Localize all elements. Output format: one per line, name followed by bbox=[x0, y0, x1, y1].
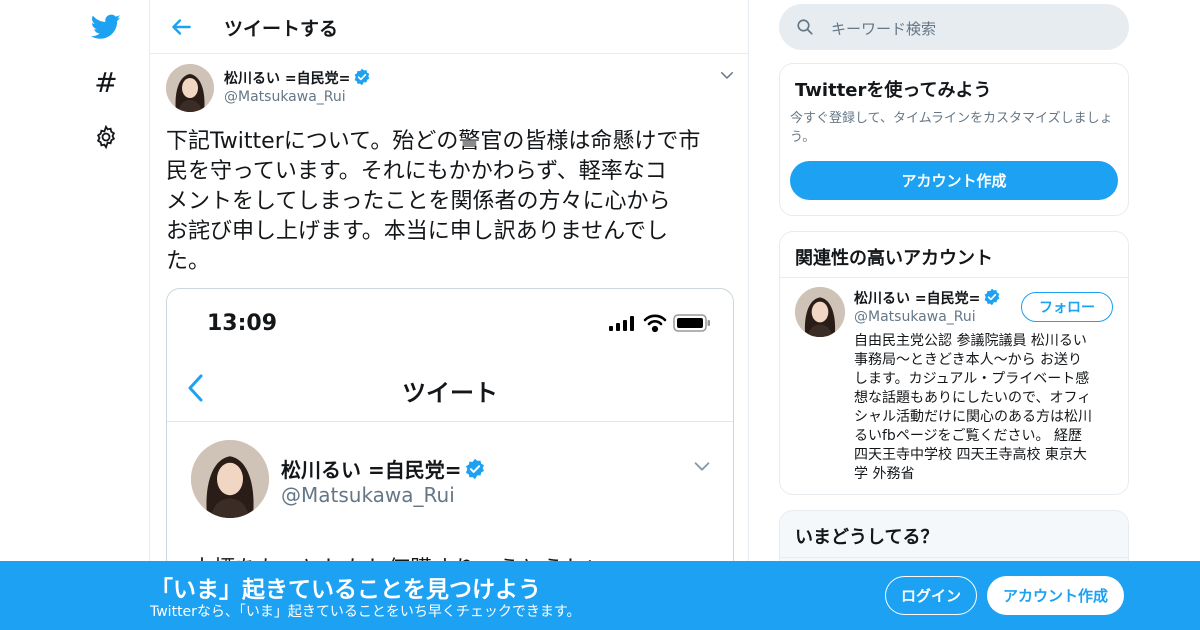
signup-card-line: 今すぐ登録して、タイムラインをカスタマイズしましょ bbox=[790, 111, 1113, 126]
left-nav: # bbox=[0, 0, 150, 630]
battery-icon bbox=[673, 314, 711, 336]
tweet-line: メントをしてしまったことを関係者の方々に心から bbox=[166, 189, 671, 214]
embed-status-time: 13:09 bbox=[207, 311, 278, 336]
main-header: ツイートする bbox=[150, 0, 748, 54]
bio-line: るいfbページをご覧ください。 経歴 bbox=[854, 428, 1082, 444]
embed-title: ツイート bbox=[402, 379, 498, 407]
follow-button[interactable]: フォロー bbox=[1021, 292, 1113, 322]
main-column: ツイートする 松川るい =自民党= @Matsukawa_Rui 下記Twitt… bbox=[149, 0, 749, 630]
banner-title: 「いま」起きていることを見つけよう bbox=[150, 577, 541, 603]
login-button[interactable]: ログイン bbox=[885, 576, 977, 615]
tweet-media-image[interactable]: 13:09 ツイート 松川るい =自民党= @Matsukawa_Rui bbox=[166, 288, 734, 588]
bio-line: 四天王寺中学校 四天王寺高校 東京大 bbox=[854, 447, 1087, 463]
twitter-logo-icon[interactable] bbox=[86, 7, 126, 47]
hashtag-icon[interactable]: # bbox=[86, 62, 126, 102]
signup-card-line: う。 bbox=[790, 130, 816, 145]
bio-line: 想な話題もありにしたいので、オフィ bbox=[854, 390, 1092, 406]
author-handle[interactable]: @Matsukawa_Rui bbox=[224, 89, 346, 105]
related-avatar[interactable] bbox=[795, 287, 845, 337]
back-arrow-icon[interactable] bbox=[168, 14, 194, 40]
signup-card: Twitterを使ってみよう 今すぐ登録して、タイムラインをカスタマイズしましょ… bbox=[779, 63, 1129, 216]
tweet-line: 民を守っています。それにもかかわらず、軽率なコ bbox=[166, 159, 667, 184]
author-name-row[interactable]: 松川るい =自民党= bbox=[224, 68, 371, 90]
search-box[interactable]: キーワード検索 bbox=[779, 4, 1129, 50]
bio-line: します。カジュアル・プライベート感 bbox=[854, 371, 1090, 387]
tweet-line: 下記Twitterについて。殆どの警官の皆様は命懸けで市 bbox=[166, 129, 701, 154]
embed-handle: @Matsukawa_Rui bbox=[281, 483, 455, 507]
author-avatar[interactable] bbox=[166, 64, 214, 112]
bio-line: 学 外務省 bbox=[854, 466, 915, 482]
chevron-down-icon bbox=[691, 455, 713, 481]
embed-avatar bbox=[191, 440, 269, 518]
search-input[interactable]: キーワード検索 bbox=[831, 18, 936, 39]
signup-card-text: 今すぐ登録して、タイムラインをカスタマイズしましょ う。 bbox=[790, 109, 1125, 147]
tweet-line: お詫び申し上げます。本当に申し訳ありませんでし bbox=[166, 219, 669, 244]
related-card-title: 関連性の高いアカウント bbox=[795, 248, 993, 269]
verified-badge-icon bbox=[353, 68, 371, 90]
page-title: ツイートする bbox=[224, 18, 339, 40]
wifi-icon bbox=[643, 313, 667, 337]
bio-line: 自由民主党公認 参議院議員 松川るい bbox=[854, 333, 1087, 349]
related-name-row[interactable]: 松川るい =自民党= bbox=[854, 288, 1001, 310]
divider bbox=[780, 557, 1128, 558]
chevron-down-icon[interactable] bbox=[718, 66, 736, 84]
create-account-button[interactable]: アカウント作成 bbox=[790, 161, 1118, 200]
related-accounts-card: 関連性の高いアカウント 松川るい =自民党= @Matsukawa_Rui フォ… bbox=[779, 231, 1129, 495]
bio-line: シャル活動だけに関心のある方は松川 bbox=[854, 409, 1092, 425]
related-bio: 自由民主党公認 参議院議員 松川るい 事務局～ときどき本人～から お送り します… bbox=[854, 332, 1116, 484]
verified-badge-icon bbox=[464, 458, 486, 485]
embed-name: 松川るい =自民党= bbox=[281, 458, 462, 482]
embed-name-row: 松川るい =自民党= bbox=[281, 454, 486, 485]
author-name[interactable]: 松川るい =自民党= bbox=[224, 71, 350, 87]
signup-card-title: Twitterを使ってみよう bbox=[795, 80, 992, 101]
signal-icon bbox=[609, 315, 637, 335]
gear-icon[interactable] bbox=[86, 117, 126, 157]
banner-subtitle: Twitterなら、「いま」起きていることをいち早くチェックできます。 bbox=[150, 604, 581, 620]
embed-divider bbox=[167, 421, 733, 422]
related-handle[interactable]: @Matsukawa_Rui bbox=[854, 309, 976, 325]
bio-line: 事務局～ときどき本人～から お送り bbox=[854, 352, 1083, 368]
signup-button[interactable]: アカウント作成 bbox=[987, 576, 1124, 615]
divider bbox=[780, 277, 1128, 278]
verified-badge-icon bbox=[983, 288, 1001, 310]
search-icon bbox=[796, 18, 814, 40]
trends-card-title: いまどうしてる？ bbox=[795, 527, 939, 548]
hashtag-glyph: # bbox=[94, 65, 118, 99]
signup-banner: 「いま」起きていることを見つけよう Twitterなら、「いま」起きていることを… bbox=[0, 561, 1200, 630]
tweet-text: 下記Twitterについて。殆どの警官の皆様は命懸けで市 民を守っています。それ… bbox=[166, 127, 736, 277]
related-name[interactable]: 松川るい =自民党= bbox=[854, 291, 980, 307]
tweet-line: た。 bbox=[166, 249, 211, 274]
